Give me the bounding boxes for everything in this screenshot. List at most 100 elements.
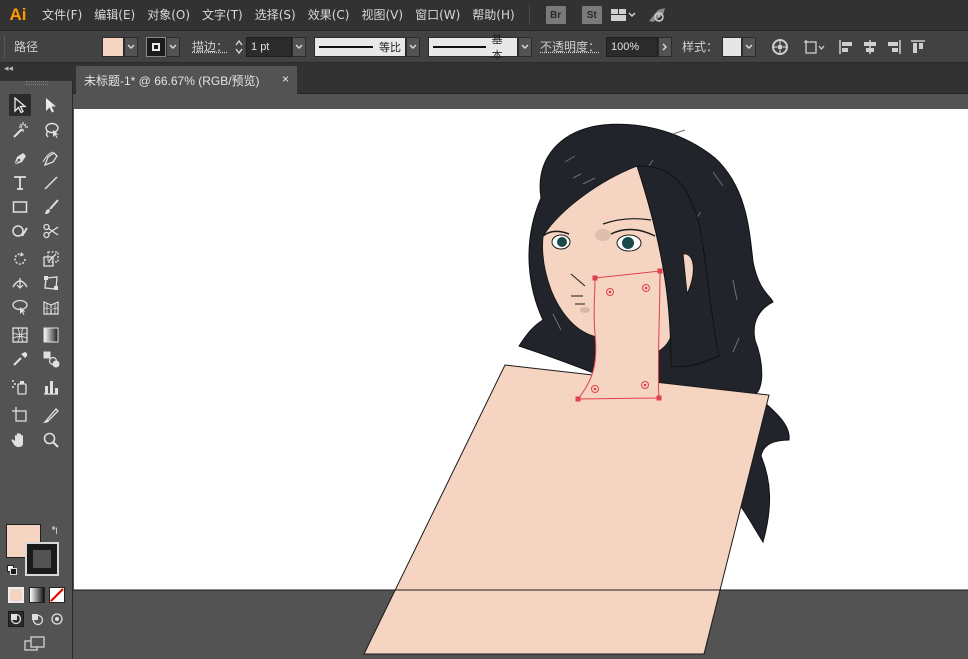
symbol-sprayer-tool[interactable]: [9, 376, 31, 398]
zoom-tool[interactable]: [40, 429, 62, 451]
lasso-tool[interactable]: [40, 119, 62, 141]
menu-help[interactable]: 帮助(H): [466, 0, 520, 31]
width-tool[interactable]: [9, 272, 31, 294]
menu-edit[interactable]: 编辑(E): [88, 0, 141, 31]
stroke-color-swatch[interactable]: [146, 36, 166, 57]
none-mode-button[interactable]: [49, 587, 65, 603]
blend-tool[interactable]: [40, 348, 62, 370]
chevron-down-icon: [169, 44, 177, 49]
stroke-swatch-inner: [152, 42, 160, 51]
color-mode-button[interactable]: [8, 587, 24, 603]
paintbrush-tool[interactable]: [40, 196, 62, 218]
perspective-grid-tool[interactable]: [40, 296, 62, 318]
document-tab-title: 未标题-1* @ 66.67% (RGB/预览): [84, 73, 260, 88]
magic-wand-tool[interactable]: [9, 119, 31, 141]
line-segment-tool[interactable]: [40, 172, 62, 194]
fill-dropdown[interactable]: [124, 36, 138, 57]
rotate-tool[interactable]: [9, 248, 31, 270]
magic-wand-icon: [13, 122, 28, 138]
variable-width-profile[interactable]: 等比: [314, 36, 407, 57]
rectangle-tool[interactable]: [9, 196, 31, 218]
width-tool-icon: [12, 278, 28, 289]
gpu-performance-button[interactable]: [644, 0, 670, 31]
mesh-tool[interactable]: [9, 324, 31, 346]
stock-button[interactable]: St: [581, 6, 602, 24]
draw-inside-button[interactable]: [49, 611, 65, 627]
stroke-weight-dropdown[interactable]: [292, 36, 307, 57]
workspace-layout-button[interactable]: [610, 0, 636, 31]
brush-dropdown[interactable]: [518, 36, 533, 57]
menu-object[interactable]: 对象(O): [141, 0, 196, 31]
default-fill-stroke-icon[interactable]: [7, 565, 17, 575]
curvature-tool[interactable]: [40, 148, 62, 170]
stroke-weight-input[interactable]: 1 pt: [246, 36, 293, 57]
menu-file[interactable]: 文件(F): [36, 0, 88, 31]
shaper-tool[interactable]: [9, 220, 31, 242]
selection-tool[interactable]: [9, 94, 31, 116]
menu-separator: [528, 5, 530, 25]
stroke-color-box[interactable]: [25, 542, 59, 576]
menu-select[interactable]: 选择(S): [249, 0, 302, 31]
stroke-weight-stepper[interactable]: [232, 37, 246, 57]
pen-tool[interactable]: [9, 148, 31, 170]
profile-dropdown[interactable]: [406, 36, 421, 57]
control-bar-grip[interactable]: [4, 35, 10, 58]
align-top-icon: [911, 39, 926, 53]
scissors-tool[interactable]: [40, 220, 62, 242]
stroke-panel-link[interactable]: 描边：: [192, 38, 228, 55]
document-tab[interactable]: 未标题-1* @ 66.67% (RGB/预览) ×: [76, 66, 297, 94]
chevron-right-icon: [662, 43, 668, 50]
canvas-area[interactable]: [73, 94, 968, 659]
close-icon[interactable]: ×: [282, 72, 289, 86]
slice-knife-icon: [43, 408, 59, 424]
chevron-down-icon: [521, 44, 529, 49]
type-tool[interactable]: [9, 172, 31, 194]
slice-tool[interactable]: [40, 404, 62, 426]
menu-view[interactable]: 视图(V): [355, 0, 409, 31]
align-right-button[interactable]: [882, 35, 906, 59]
draw-behind-button[interactable]: [29, 611, 45, 627]
stroke-dropdown[interactable]: [166, 36, 180, 57]
gradient-mode-button[interactable]: [29, 587, 45, 603]
collapse-panel-icon[interactable]: ◂◂: [4, 64, 13, 74]
align-horizontal-center-icon: [864, 39, 877, 54]
transform-button[interactable]: [802, 35, 826, 59]
app-logo: Ai: [9, 5, 27, 24]
tools-panel-grip[interactable]: [26, 81, 48, 85]
free-transform-tool[interactable]: [40, 272, 62, 294]
align-left-button[interactable]: [834, 35, 858, 59]
opacity-input[interactable]: 100%: [606, 36, 659, 57]
menu-effect[interactable]: 效果(C): [302, 0, 356, 31]
column-graph-tool[interactable]: [40, 376, 62, 398]
scale-tool[interactable]: [40, 248, 62, 270]
type-t-icon: [14, 176, 26, 190]
menu-type[interactable]: 文字(T): [196, 0, 249, 31]
opacity-arrow-button[interactable]: [658, 36, 673, 57]
body-shape[interactable]: [363, 364, 770, 655]
tools-panel: ◂◂ ↰: [0, 63, 73, 659]
eyedropper-tool[interactable]: [9, 348, 31, 370]
direct-selection-arrow-icon: [46, 98, 56, 113]
hand-tool[interactable]: [9, 429, 31, 451]
screen-mode-button[interactable]: [24, 636, 46, 652]
shape-builder-tool[interactable]: [9, 296, 31, 318]
brush-definition[interactable]: 基本: [428, 33, 519, 62]
direct-selection-tool[interactable]: [40, 94, 62, 116]
draw-normal-button[interactable]: [8, 611, 24, 627]
gradient-tool[interactable]: [40, 324, 62, 346]
symbol-sprayer-icon: [12, 380, 27, 395]
artboard-tool[interactable]: [9, 404, 31, 426]
align-center-button[interactable]: [858, 35, 882, 59]
graphic-style-swatch[interactable]: [722, 36, 743, 57]
menu-window[interactable]: 窗口(W): [409, 0, 466, 31]
bridge-button[interactable]: Br: [545, 6, 566, 24]
opacity-panel-link[interactable]: 不透明度：: [540, 38, 600, 55]
artwork-layer[interactable]: [73, 94, 968, 659]
recolor-artwork-button[interactable]: [768, 35, 792, 59]
graphic-style-label: 样式：: [682, 40, 719, 54]
swap-fill-stroke-icon[interactable]: ↰: [50, 524, 59, 537]
graphic-style-dropdown[interactable]: [742, 36, 757, 57]
align-top-button[interactable]: [906, 35, 930, 59]
rotate-icon: [14, 252, 26, 265]
fill-color-swatch[interactable]: [102, 36, 124, 57]
